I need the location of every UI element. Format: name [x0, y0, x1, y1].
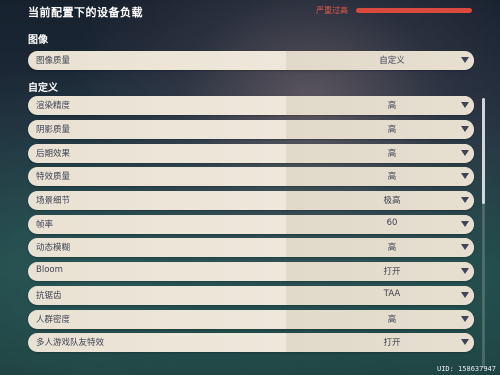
setting-value: 高: [387, 243, 397, 253]
setting-value: 极高: [383, 196, 401, 206]
dropdown-caret-icon[interactable]: [461, 339, 469, 345]
setting-label: 后期效果: [36, 149, 71, 159]
setting-label: 渲染精度: [36, 101, 71, 111]
dropdown-caret-icon[interactable]: [461, 221, 469, 227]
setting-row-shadow-quality[interactable]: 阴影质量 高: [28, 120, 474, 139]
setting-label: 图像质量: [36, 56, 71, 66]
scrollbar-thumb[interactable]: [482, 98, 485, 204]
dropdown-caret-icon[interactable]: [461, 57, 469, 63]
setting-row-crowd-density[interactable]: 人群密度 高: [28, 310, 474, 329]
dropdown-caret-icon[interactable]: [461, 292, 469, 298]
setting-label: Bloom: [36, 265, 63, 275]
setting-label: 阴影质量: [36, 125, 71, 135]
dropdown-caret-icon[interactable]: [461, 316, 469, 322]
setting-value: 自定义: [379, 56, 405, 66]
uid-label: UID: 158637947: [436, 365, 496, 373]
setting-row-anti-aliasing[interactable]: 抗锯齿 TAA: [28, 286, 474, 305]
setting-row-motion-blur[interactable]: 动态模糊 高: [28, 238, 474, 257]
setting-label: 特效质量: [36, 172, 71, 182]
setting-row-render-precision[interactable]: 渲染精度 高: [28, 96, 474, 115]
setting-value: 高: [387, 172, 397, 182]
setting-label: 抗锯齿: [36, 291, 62, 301]
section-image-label: 图像: [28, 35, 48, 46]
setting-label: 人群密度: [36, 315, 71, 325]
setting-value: 高: [387, 125, 397, 135]
setting-row-frame-rate[interactable]: 帧率 60: [28, 215, 474, 234]
setting-value: 打开: [383, 338, 401, 348]
setting-value: 打开: [383, 267, 401, 277]
load-status-label: 严重过高: [316, 6, 348, 15]
dropdown-caret-icon[interactable]: [461, 268, 469, 274]
dropdown-caret-icon[interactable]: [461, 102, 469, 108]
setting-row-bloom[interactable]: Bloom 打开: [28, 262, 474, 281]
setting-value: 60: [386, 218, 398, 228]
setting-row-image-quality[interactable]: 图像质量 自定义: [28, 51, 474, 70]
section-custom-label: 自定义: [28, 83, 58, 94]
setting-value: TAA: [383, 289, 401, 299]
setting-label: 帧率: [36, 220, 54, 230]
dropdown-caret-icon[interactable]: [461, 173, 469, 179]
setting-value: 高: [387, 101, 397, 111]
setting-label: 动态模糊: [36, 243, 71, 253]
device-load-title: 当前配置下的设备负载: [28, 6, 143, 19]
setting-value: 高: [387, 315, 397, 325]
setting-value: 高: [387, 149, 397, 159]
dropdown-caret-icon[interactable]: [461, 244, 469, 250]
setting-row-effects-quality[interactable]: 特效质量 高: [28, 167, 474, 186]
setting-row-post-effects[interactable]: 后期效果 高: [28, 144, 474, 163]
setting-row-scene-detail[interactable]: 场景细节 极高: [28, 191, 474, 210]
dropdown-caret-icon[interactable]: [461, 126, 469, 132]
dropdown-caret-icon[interactable]: [461, 150, 469, 156]
setting-label: 多人游戏队友特效: [36, 338, 105, 348]
setting-label: 场景细节: [36, 196, 71, 206]
setting-row-coop-teammate-effects[interactable]: 多人游戏队友特效 打开: [28, 333, 474, 352]
dropdown-caret-icon[interactable]: [461, 197, 469, 203]
load-level-bar: [356, 8, 472, 13]
